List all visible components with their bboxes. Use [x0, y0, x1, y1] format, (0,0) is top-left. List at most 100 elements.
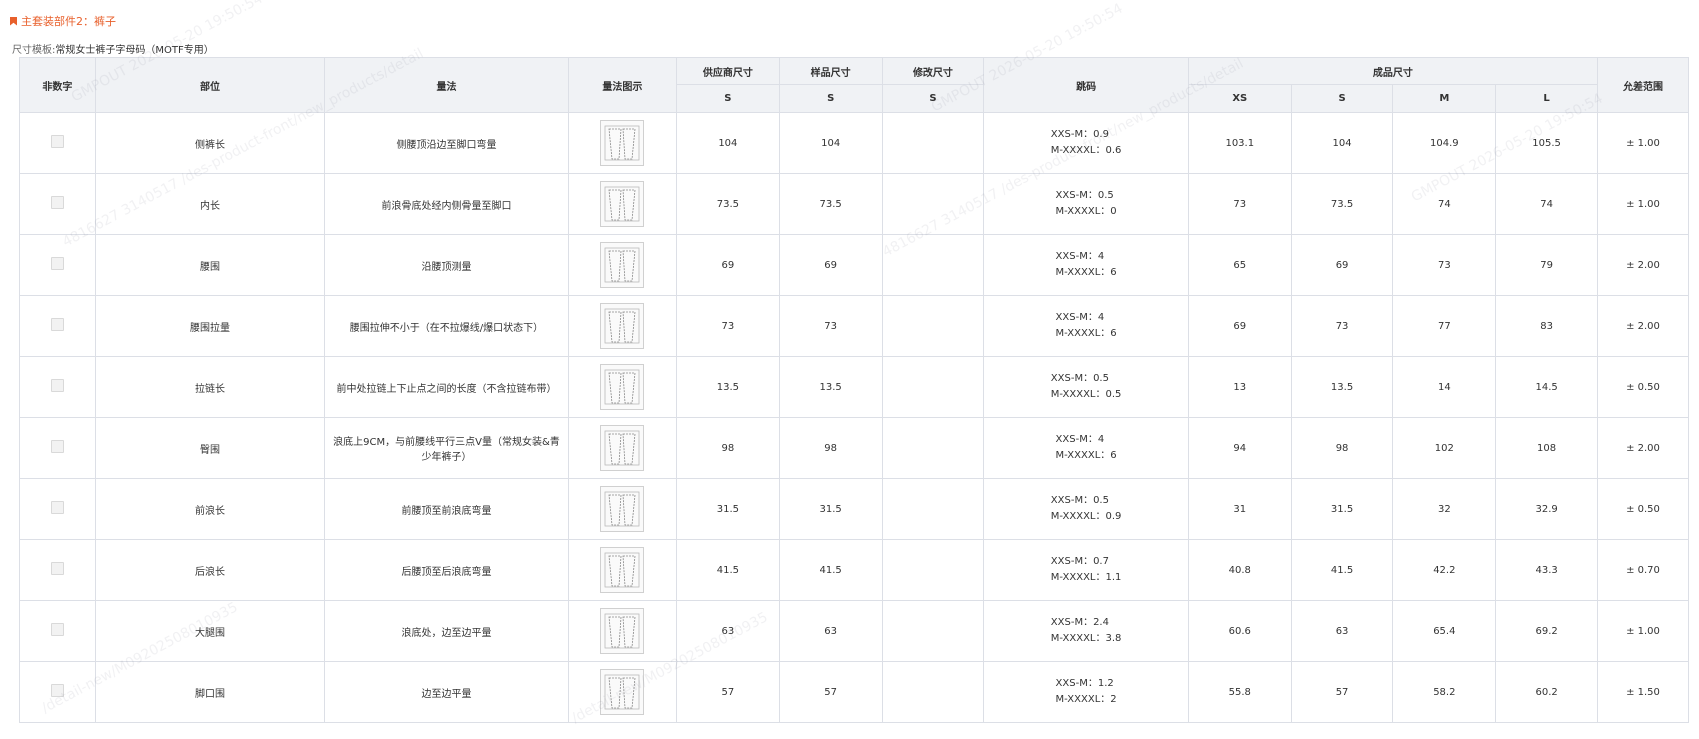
- finished-xs-cell: 13: [1187, 356, 1292, 418]
- diagram-cell: [567, 478, 677, 540]
- finished-m-cell: 73: [1392, 234, 1497, 296]
- non-numeric-checkbox[interactable]: [50, 379, 64, 392]
- measurement-diagram-image[interactable]: [600, 242, 645, 288]
- diagram-cell: [567, 539, 677, 601]
- non-numeric-checkbox[interactable]: [50, 135, 64, 148]
- grading-line-2: M-XXXXL：0.5: [1050, 389, 1122, 400]
- flag-icon: [10, 16, 17, 26]
- grading-line-2: M-XXXXL：6: [1055, 450, 1117, 461]
- measurement-diagram-image[interactable]: [600, 486, 645, 532]
- non-numeric-checkbox[interactable]: [50, 684, 64, 697]
- tolerance-cell: ± 2.00: [1596, 417, 1690, 479]
- sample-size-cell: 57: [778, 661, 883, 723]
- finished-m-cell: 65.4: [1392, 600, 1497, 662]
- modified-size-cell[interactable]: [881, 600, 985, 662]
- grading-cell: XXS-M：0.5 M-XXXXL：0.9: [983, 478, 1189, 540]
- grading-line-1: XXS-M：0.5: [1050, 495, 1109, 506]
- part-cell: 大腿围: [94, 600, 326, 662]
- measurement-diagram-image[interactable]: [600, 120, 645, 166]
- modified-size-cell[interactable]: [881, 356, 985, 418]
- measurement-diagram-image[interactable]: [600, 547, 645, 593]
- method-cell: 浪底上9CM，与前腰线平行三点V量（常规女装&青少年裤子）: [324, 417, 569, 479]
- subheader-modified-s: S: [881, 84, 985, 113]
- finished-m-cell: 58.2: [1392, 661, 1497, 723]
- part-cell: 侧裤长: [94, 112, 326, 174]
- finished-xs-cell: 65: [1187, 234, 1292, 296]
- finished-m-cell: 74: [1392, 173, 1497, 235]
- finished-l-cell: 108: [1495, 417, 1598, 479]
- section-title: 主套装部件2：裤子: [10, 13, 116, 29]
- finished-m-cell: 104.9: [1392, 112, 1497, 174]
- measurement-diagram-image[interactable]: [600, 181, 645, 227]
- tolerance-cell: ± 2.00: [1596, 234, 1690, 296]
- grading-cell: XXS-M：1.2 M-XXXXL：2: [983, 661, 1189, 723]
- table-row: 腰围 沿腰顶测量 69 69 XXS-M：4 M-XXXXL：6 65 69 73 79 ± 2.0…: [19, 234, 1690, 296]
- header-method: 量法: [324, 57, 569, 113]
- sample-size-cell: 69: [778, 234, 883, 296]
- table-row: 拉链长 前中处拉链上下止点之间的长度（不含拉链布带） 13.5 13.5 XXS-M：0…: [19, 356, 1690, 418]
- subheader-finished-l: L: [1495, 84, 1598, 113]
- grading-cell: XXS-M：0.7 M-XXXXL：1.1: [983, 539, 1189, 601]
- non-numeric-checkbox[interactable]: [50, 196, 64, 209]
- table-row: 前浪长 前腰顶至前浪底弯量 31.5 31.5 XXS-M：0.5 M-XXXXL：0.9…: [19, 478, 1690, 540]
- finished-l-cell: 105.5: [1495, 112, 1598, 174]
- finished-xs-cell: 94: [1187, 417, 1292, 479]
- non-numeric-checkbox[interactable]: [50, 440, 64, 453]
- measurement-diagram-image[interactable]: [600, 425, 645, 471]
- grading-line-2: M-XXXXL：2: [1055, 694, 1117, 705]
- grading-cell: XXS-M：0.9 M-XXXXL：0.6: [983, 112, 1189, 174]
- non-numeric-cell: [19, 478, 96, 540]
- finished-xs-cell: 69: [1187, 295, 1292, 357]
- part-cell: 内长: [94, 173, 326, 235]
- modified-size-cell[interactable]: [881, 173, 985, 235]
- grading-line-1: XXS-M：0.9: [1050, 129, 1109, 140]
- modified-size-cell[interactable]: [881, 234, 985, 296]
- measurement-diagram-image[interactable]: [600, 303, 645, 349]
- header-sample-size: 样品尺寸: [778, 57, 883, 85]
- diagram-cell: [567, 173, 677, 235]
- part-cell: 前浪长: [94, 478, 326, 540]
- supplier-size-cell: 69: [675, 234, 780, 296]
- finished-xs-cell: 31: [1187, 478, 1292, 540]
- grading-line-2: M-XXXXL：0.6: [1050, 145, 1122, 156]
- header-tolerance: 允差范围: [1596, 57, 1690, 113]
- measurement-diagram-image[interactable]: [600, 608, 645, 654]
- grading-line-1: XXS-M：2.4: [1050, 617, 1109, 628]
- finished-l-cell: 32.9: [1495, 478, 1598, 540]
- non-numeric-checkbox[interactable]: [50, 623, 64, 636]
- sample-size-cell: 104: [778, 112, 883, 174]
- finished-s-cell: 31.5: [1290, 478, 1394, 540]
- grading-line-1: XXS-M：0.5: [1050, 373, 1109, 384]
- measurement-diagram-image[interactable]: [600, 364, 645, 410]
- header-non-numeric: 非数字: [19, 57, 96, 113]
- non-numeric-cell: [19, 539, 96, 601]
- supplier-size-cell: 41.5: [675, 539, 780, 601]
- modified-size-cell[interactable]: [881, 661, 985, 723]
- finished-l-cell: 14.5: [1495, 356, 1598, 418]
- tolerance-cell: ± 1.00: [1596, 112, 1690, 174]
- size-template-value: 常规女士裤子字母码（MOTF专用）: [55, 45, 214, 56]
- diagram-cell: [567, 600, 677, 662]
- modified-size-cell[interactable]: [881, 417, 985, 479]
- non-numeric-checkbox[interactable]: [50, 562, 64, 575]
- supplier-size-cell: 31.5: [675, 478, 780, 540]
- non-numeric-checkbox[interactable]: [50, 318, 64, 331]
- non-numeric-cell: [19, 417, 96, 479]
- non-numeric-checkbox[interactable]: [50, 501, 64, 514]
- header-diagram: 量法图示: [567, 57, 677, 113]
- table-row: 臀围 浪底上9CM，与前腰线平行三点V量（常规女装&青少年裤子） 98 98 XXS-M…: [19, 417, 1690, 479]
- supplier-size-cell: 104: [675, 112, 780, 174]
- diagram-cell: [567, 112, 677, 174]
- grading-line-2: M-XXXXL：6: [1055, 328, 1117, 339]
- part-cell: 腰围拉量: [94, 295, 326, 357]
- grading-line-1: XXS-M：4: [1055, 312, 1105, 323]
- measurement-diagram-image[interactable]: [600, 669, 645, 715]
- modified-size-cell[interactable]: [881, 478, 985, 540]
- modified-size-cell[interactable]: [881, 539, 985, 601]
- modified-size-cell[interactable]: [881, 295, 985, 357]
- modified-size-cell[interactable]: [881, 112, 985, 174]
- non-numeric-cell: [19, 661, 96, 723]
- table-row: 腰围拉量 腰围拉伸不小于（在不拉爆线/爆口状态下） 73 73 XXS-M：4 M-XXX…: [19, 295, 1690, 357]
- non-numeric-checkbox[interactable]: [50, 257, 64, 270]
- tolerance-cell: ± 1.00: [1596, 173, 1690, 235]
